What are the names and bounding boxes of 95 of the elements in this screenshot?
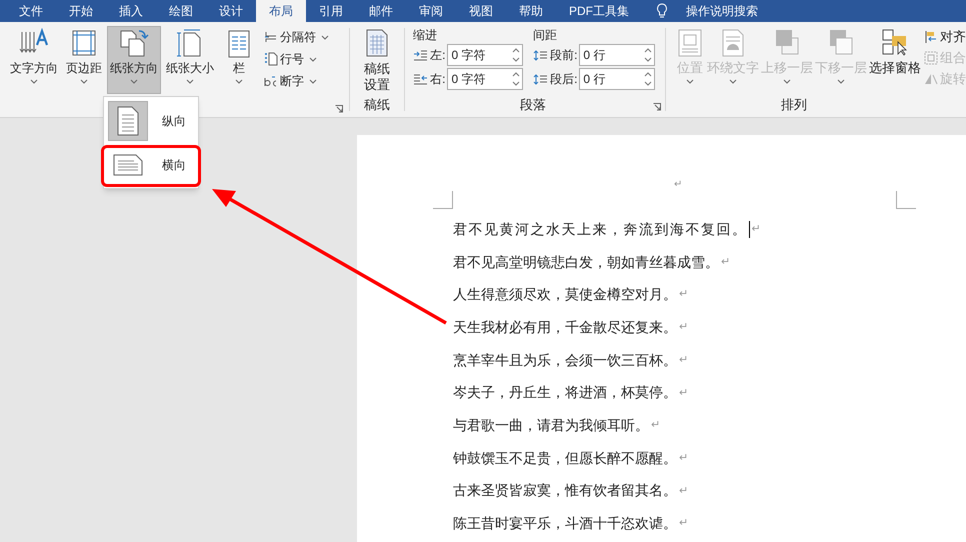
align-icon <box>924 30 938 44</box>
tell-me-search[interactable]: 操作说明搜索 <box>682 0 762 22</box>
caret-icon <box>686 79 694 84</box>
ribbon-tab[interactable]: 文件 <box>6 0 56 22</box>
portrait-page-icon <box>117 106 139 136</box>
paragraph-mark: ↵ <box>752 222 760 238</box>
group-label: 稿纸 <box>364 96 390 114</box>
spacing-after-icon <box>533 74 548 84</box>
spin-box[interactable]: 0 行 <box>579 68 656 90</box>
spin-arrows-icon <box>644 72 652 86</box>
ribbon-tab[interactable]: 布局 <box>256 0 306 22</box>
ribbon-tab[interactable]: 邮件 <box>356 0 406 22</box>
paragraph-text: 天生我材必有用，千金散尽还复来。 <box>453 318 677 337</box>
indent-right-icon <box>413 74 428 84</box>
ribbon-tab[interactable]: 设计 <box>206 0 256 22</box>
landscape-page-icon <box>113 154 143 176</box>
paragraph-mark: ↵ <box>679 516 688 532</box>
ribbon-button[interactable]: 纸张大小 <box>163 26 217 94</box>
orientation-icon <box>118 28 150 58</box>
rotate-icon <box>924 72 938 86</box>
field-label: 左: <box>430 47 446 64</box>
spin-box[interactable]: 0 行 <box>579 44 656 66</box>
paragraph-mark: ↵ <box>679 386 688 401</box>
paragraph-text: 君不见高堂明镜悲白发，朝如青丝暮成雪。 <box>453 252 719 272</box>
ribbon-button[interactable]: 纸张方向 <box>107 26 161 94</box>
menu-item[interactable]: 横向 <box>104 143 198 187</box>
group-objects-icon <box>924 50 938 64</box>
ribbon-button[interactable]: 页边距 <box>63 26 105 94</box>
spin-arrows-icon <box>644 48 652 62</box>
paragraph-text: 烹羊宰牛且为乐，会须一饮三百杯。 <box>453 350 677 370</box>
caret-icon <box>80 79 88 84</box>
caret-icon <box>728 79 737 84</box>
caret-icon <box>782 79 791 84</box>
paragraph-mark: ↵ <box>679 352 688 368</box>
ribbon-button[interactable]: 对齐 <box>924 26 966 47</box>
field-label: 段后: <box>550 71 578 88</box>
ribbon-tab[interactable]: 审阅 <box>406 0 456 22</box>
spacing-before-icon <box>533 50 548 60</box>
dialog-launcher-icon <box>335 105 343 113</box>
paragraph-mark: ↵ <box>679 287 688 302</box>
spin-arrows-icon <box>512 72 520 86</box>
ribbon-button[interactable]: 文字方向 <box>7 26 61 94</box>
ribbon-button[interactable]: 选择窗格 <box>868 26 922 94</box>
spin-box[interactable]: 0 字符 <box>447 44 524 66</box>
caret-icon <box>235 79 243 84</box>
section-break-icon <box>264 30 278 44</box>
caret-icon <box>309 56 317 62</box>
menu-item[interactable]: 纵向 <box>104 99 198 143</box>
spin-box[interactable]: 0 字符 <box>447 68 524 90</box>
ribbon-tab[interactable]: 开始 <box>56 0 106 22</box>
hyphenation-icon <box>264 74 278 88</box>
paragraph-text: 与君歌一曲，请君为我倾耳听。 <box>453 416 649 435</box>
caret-icon <box>130 79 138 84</box>
ribbon-tab[interactable]: PDF工具集 <box>556 0 642 22</box>
caret-icon <box>309 78 317 84</box>
ribbon-button[interactable]: 断字 <box>264 70 331 92</box>
paragraph-mark: ↵ <box>651 418 660 434</box>
ribbon-tab[interactable]: 帮助 <box>506 0 556 22</box>
paragraph-text: 陈王昔时宴平乐，斗酒十千恣欢谑。 <box>453 514 677 534</box>
ribbon-button[interactable]: 行号 <box>264 48 331 70</box>
paragraph-mark: ↵ <box>674 178 682 192</box>
ribbon-tab[interactable]: 绘图 <box>156 0 206 22</box>
field-label: 右: <box>430 71 446 88</box>
margin-corner-mark <box>433 191 453 209</box>
line-numbers-icon <box>264 52 278 66</box>
paragraph-mark: ↵ <box>679 450 688 466</box>
caret-icon <box>186 79 194 84</box>
paragraph-text: 钟鼓馔玉不足贵，但愿长醉不愿醒。 <box>453 448 677 468</box>
caret-icon <box>321 34 329 40</box>
paragraph-text: 岑夫子，丹丘生，将进酒，杯莫停。 <box>453 383 677 402</box>
margin-corner-mark <box>896 191 916 209</box>
field-label: 段前: <box>550 47 578 64</box>
paragraph-mark: ↵ <box>679 320 688 336</box>
ribbon-button[interactable]: 分隔符 <box>264 26 331 48</box>
group-label: 段落 <box>519 96 548 114</box>
group-label: 排列 <box>780 96 808 114</box>
section-title: 间距 <box>533 28 558 42</box>
paragraph-text: 君不见黄河之水天上来，奔流到海不复回。 <box>453 220 748 239</box>
indent-left-icon <box>413 50 428 60</box>
caret-icon <box>836 79 845 84</box>
section-title: 缩进 <box>413 28 438 42</box>
selection-pane-icon <box>880 28 910 58</box>
ribbon-button[interactable]: 稿纸设置 <box>362 28 391 93</box>
ribbon-tab[interactable]: 视图 <box>456 0 506 22</box>
paragraph-mark: ↵ <box>679 484 688 499</box>
lightbulb-icon <box>656 3 668 19</box>
paragraph-text: 古来圣贤皆寂寞，惟有饮者留其名。 <box>453 481 677 500</box>
dialog-launcher-icon <box>653 103 662 111</box>
paragraph-text: 人生得意须尽欢，莫使金樽空对月。 <box>453 285 677 304</box>
ribbon-button[interactable]: 栏 <box>219 26 259 94</box>
ribbon-tab[interactable]: 引用 <box>306 0 356 22</box>
ribbon-tab[interactable]: 插入 <box>106 0 156 22</box>
paragraph-mark: ↵ <box>721 254 730 270</box>
caret-icon <box>30 79 38 84</box>
spin-arrows-icon <box>512 48 520 62</box>
